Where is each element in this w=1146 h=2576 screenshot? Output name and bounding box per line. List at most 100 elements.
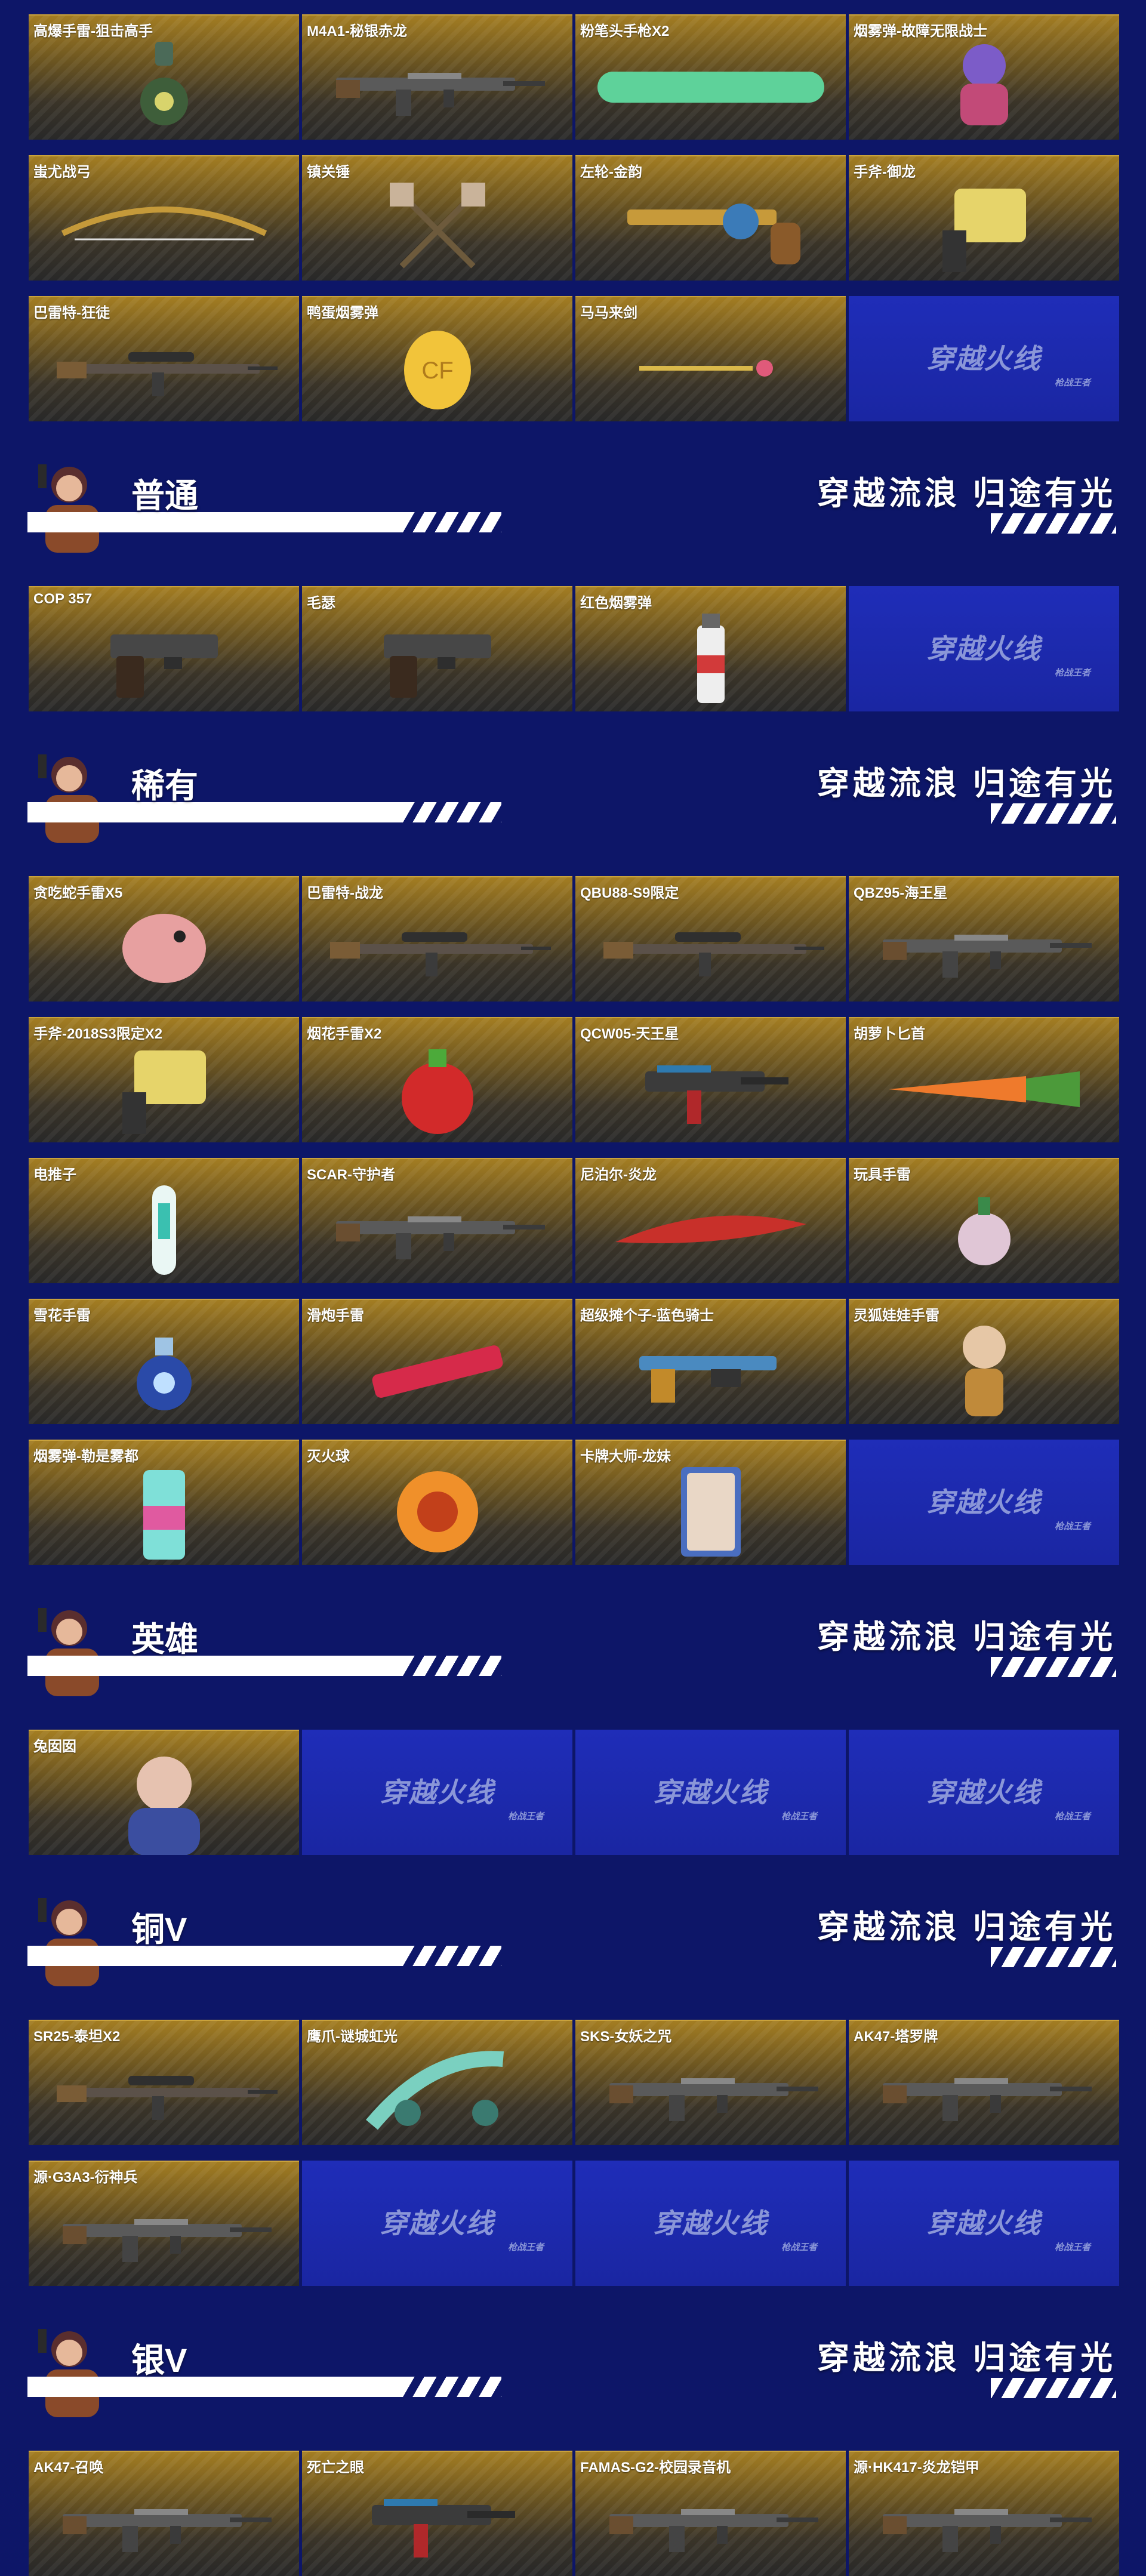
reward-item-card[interactable]: 源·G3A3-衍神兵 (29, 2161, 299, 2286)
clipper-icon (29, 1179, 299, 1281)
rifle-icon (575, 2472, 846, 2574)
rifle-icon (302, 1179, 572, 1281)
pistol-icon (29, 608, 299, 709)
chalk-icon (575, 36, 846, 137)
reward-item-card[interactable]: 红色烟雾弹 (575, 586, 846, 711)
reward-item-card[interactable]: 电推子 (29, 1158, 299, 1283)
reward-item-card[interactable]: 源·HK417-炎龙铠甲 (849, 2451, 1119, 2576)
logo-main-text: 穿越火线 (926, 1487, 1042, 1518)
section-slogan: 穿越流浪 归途有光 (817, 2340, 1116, 2376)
reward-item-card[interactable]: 镇关锤 (302, 155, 572, 281)
rifle-icon (302, 36, 572, 137)
reward-item-card[interactable]: 兔囡囡 (29, 1730, 299, 1855)
crossfire-logo: 穿越火线 (849, 1730, 1119, 1855)
reward-item-card[interactable]: 毛瑟 (302, 586, 572, 711)
reward-item-card[interactable]: 玩具手雷 (849, 1158, 1119, 1283)
header-bar (27, 802, 403, 822)
axe-icon (849, 177, 1119, 278)
logo-sub-text: 枪战王者 (781, 1811, 817, 1822)
section-header-1: 普通 穿越流浪 归途有光 (0, 437, 1146, 553)
logo-placeholder-card: 穿越火线 枪战王者 (849, 2161, 1119, 2286)
reward-item-card[interactable]: AK47-塔罗牌 (849, 2020, 1119, 2145)
crossfire-logo: 穿越火线 (849, 2161, 1119, 2286)
reward-item-card[interactable]: 烟雾弹-勒是雾都 (29, 1440, 299, 1565)
logo-sub-text: 枪战王者 (1054, 2242, 1090, 2253)
reward-item-card[interactable]: 烟雾弹-故障无限战士 (849, 14, 1119, 140)
character-avatar-icon (27, 457, 117, 553)
reward-item-card[interactable]: QCW05-天王星 (575, 1017, 846, 1142)
character-avatar-icon (27, 747, 117, 843)
reward-item-card[interactable]: 灵狐娃娃手雷 (849, 1299, 1119, 1424)
reward-item-card[interactable]: 高爆手雷-狙击高手 (29, 14, 299, 140)
reward-item-card[interactable]: 鹰爪-谜城虹光 (302, 2020, 572, 2145)
reward-catalog-page: 高爆手雷-狙击高手 M4A1-秘银赤龙 粉笔头手枪X2 烟雾弹-故障无限战士蚩尤战弓镇… (0, 0, 1146, 2576)
reward-item-card[interactable]: 贪吃蛇手雷X5 (29, 876, 299, 1002)
smg-icon (302, 2472, 572, 2574)
logo-main-text: 穿越火线 (653, 2208, 768, 2239)
reward-item-card[interactable]: 鸭蛋烟雾弹 CF (302, 296, 572, 421)
hammer-icon (302, 177, 572, 278)
logo-sub-text: 枪战王者 (1054, 1521, 1090, 1532)
reward-item-card[interactable]: AK47-召唤 (29, 2451, 299, 2576)
reward-item-card[interactable]: 尼泊尔-炎龙 (575, 1158, 846, 1283)
header-bar-stripes (358, 802, 501, 822)
reward-item-card[interactable]: 粉笔头手枪X2 (575, 14, 846, 140)
revolver-icon (575, 177, 846, 278)
reward-item-card[interactable]: 滑炮手雷 (302, 1299, 572, 1424)
logo-sub-text: 枪战王者 (507, 2242, 544, 2253)
reward-item-card[interactable]: 蚩尤战弓 (29, 155, 299, 281)
reward-item-card[interactable]: SCAR-守护者 (302, 1158, 572, 1283)
section-header-4: 铜V 穿越流浪 归途有光 (0, 1871, 1146, 1986)
logo-main-text: 穿越火线 (926, 1777, 1042, 1808)
sniper-icon (302, 898, 572, 999)
grenade-icon (29, 36, 299, 137)
carrot-icon (849, 1039, 1119, 1140)
reward-item-card[interactable]: 卡牌大师-龙妹 (575, 1440, 846, 1565)
crossfire-logo: 穿越火线 (849, 1440, 1119, 1565)
reward-item-card[interactable]: 超级摊个子-蓝色骑士 (575, 1299, 846, 1424)
reward-item-card[interactable]: QBU88-S9限定 (575, 876, 846, 1002)
logo-sub-text: 枪战王者 (1054, 378, 1090, 388)
reward-item-card[interactable]: COP 357 (29, 586, 299, 711)
reward-item-card[interactable]: 手斧-御龙 (849, 155, 1119, 281)
rifle-icon (849, 2472, 1119, 2574)
logo-placeholder-card: 穿越火线 枪战王者 (302, 2161, 572, 2286)
reward-item-card[interactable]: 烟花手雷X2 (302, 1017, 572, 1142)
knife-icon (575, 1179, 846, 1281)
slogan-stripes (991, 513, 1116, 534)
logo-placeholder-card: 穿越火线枪战王者 (302, 1730, 572, 1855)
reward-item-card[interactable]: 灭火球 (302, 1440, 572, 1565)
logo-main-text: 穿越火线 (380, 1777, 495, 1808)
section-title: 铜V (131, 1911, 187, 1948)
claw-icon (302, 2041, 572, 2143)
slogan-stripes (991, 803, 1116, 824)
reward-item-card[interactable]: SR25-泰坦X2 (29, 2020, 299, 2145)
firecracker-icon (302, 1320, 572, 1422)
reward-item-card[interactable]: 胡萝卜匕首 (849, 1017, 1119, 1142)
reward-item-card[interactable]: 巴雷特-狂徒 (29, 296, 299, 421)
section-header-5: 银V 穿越流浪 归途有光 (0, 2301, 1146, 2417)
logo-sub-text: 枪战王者 (507, 1811, 544, 1822)
reward-item-card[interactable]: 手斧-2018S3限定X2 (29, 1017, 299, 1142)
reward-item-card[interactable]: 巴雷特-战龙 (302, 876, 572, 1002)
rifle-icon (575, 2041, 846, 2143)
reward-item-card[interactable]: 马马来剑 (575, 296, 846, 421)
reward-item-card[interactable]: M4A1-秘银赤龙 (302, 14, 572, 140)
crossfire-logo: 穿越火线 (575, 2161, 846, 2286)
logo-sub-text: 枪战王者 (1054, 1811, 1090, 1822)
reward-item-card[interactable]: FAMAS-G2-校园录音机 (575, 2451, 846, 2576)
logo-sub-text: 枪战王者 (781, 2242, 817, 2253)
logo-placeholder-card: 穿越火线枪战王者 (849, 1440, 1119, 1565)
reward-item-card[interactable]: 左轮-金韵 (575, 155, 846, 281)
reward-item-card[interactable]: 死亡之眼 (302, 2451, 572, 2576)
slogan-stripes (991, 1657, 1116, 1677)
doll-icon (849, 1320, 1119, 1422)
reward-item-card[interactable]: 雪花手雷 (29, 1299, 299, 1424)
sword-icon (575, 318, 846, 419)
reward-item-card[interactable]: QBZ95-海王星 (849, 876, 1119, 1002)
section-title: 稀有 (131, 767, 198, 805)
reward-item-card[interactable]: SKS-女妖之咒 (575, 2020, 846, 2145)
character-avatar-icon (27, 1601, 117, 1696)
rifle-icon (849, 898, 1119, 999)
section-slogan: 穿越流浪 归途有光 (817, 1909, 1116, 1945)
